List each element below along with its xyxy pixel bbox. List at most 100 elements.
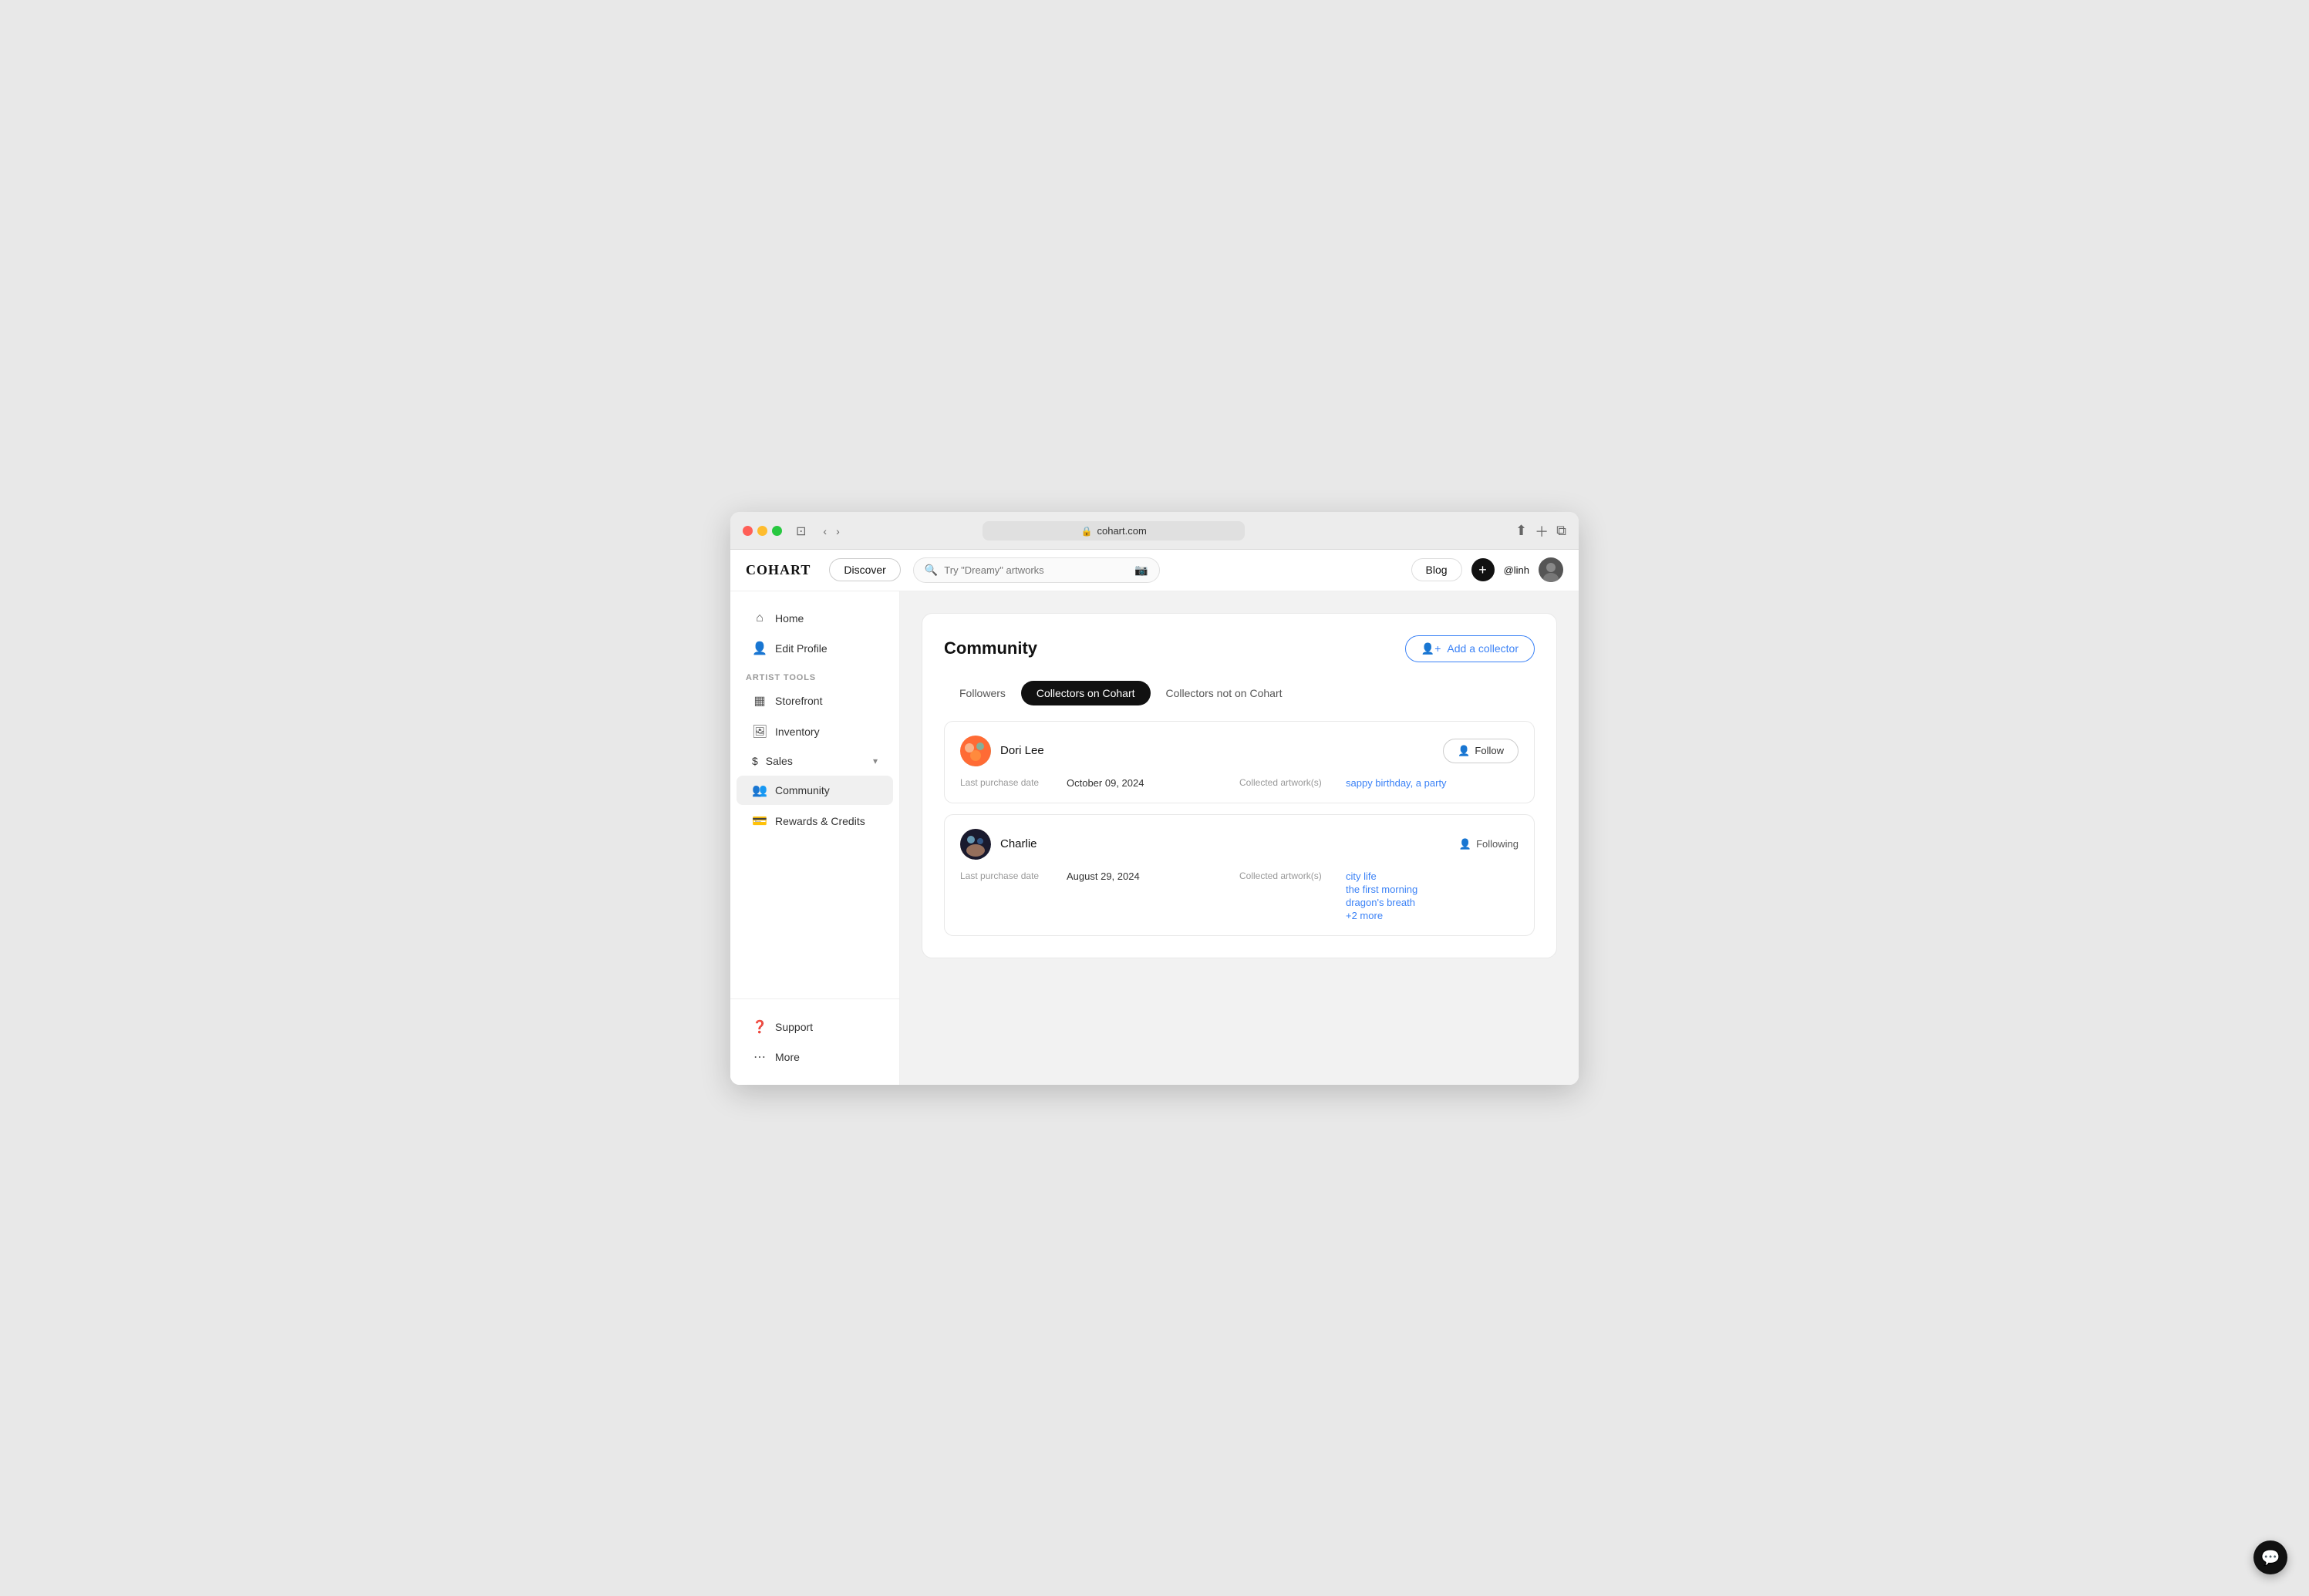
add-user-icon: 👤+ [1421, 642, 1441, 655]
sidebar-item-inventory[interactable]: 🖼 Inventory [737, 717, 893, 746]
artwork-links-dori: sappy birthday, a party [1346, 777, 1447, 789]
browser-actions: ⬆ ＋ ⧉ [1515, 521, 1566, 541]
discover-button[interactable]: Discover [829, 558, 900, 581]
sidebar-item-home[interactable]: ⌂ Home [737, 604, 893, 632]
url-text: cohart.com [1097, 525, 1146, 537]
content-header: Community 👤+ Add a collector [944, 635, 1535, 662]
tab-followers[interactable]: Followers [944, 681, 1021, 705]
username-link[interactable]: @linh [1504, 564, 1529, 576]
sidebar-inventory-label: Inventory [775, 726, 820, 738]
sidebar-community-label: Community [775, 784, 830, 796]
sidebar-bottom: ❓ Support ⋯ More [730, 998, 899, 1072]
tabs: Followers Collectors on Cohart Collector… [944, 681, 1535, 705]
purchase-date-charlie: August 29, 2024 [1067, 870, 1140, 882]
artwork-link-city-life[interactable]: city life [1346, 870, 1417, 882]
tab-collectors-not-on-cohart[interactable]: Collectors not on Cohart [1151, 681, 1298, 705]
sidebar-sales-label: Sales [766, 755, 865, 767]
tabs-icon[interactable]: ⧉ [1556, 523, 1566, 539]
maximize-button[interactable] [772, 526, 782, 536]
artwork-link-first-morning[interactable]: the first morning [1346, 884, 1417, 895]
close-button[interactable] [743, 526, 753, 536]
table-row: Dori Lee 👤 Follow Last purchase date Oct… [944, 721, 1535, 803]
sidebar-item-storefront[interactable]: ▦ Storefront [737, 686, 893, 716]
sidebar-item-sales[interactable]: $ Sales ▾ [737, 748, 893, 774]
collector-list: Dori Lee 👤 Follow Last purchase date Oct… [944, 721, 1535, 936]
collector-name-charlie: Charlie [1000, 837, 1450, 850]
blog-button[interactable]: Blog [1411, 558, 1462, 581]
create-button[interactable]: + [1471, 558, 1495, 581]
top-nav: COHART Discover 🔍 📷 Blog + @linh [730, 550, 1579, 591]
avatar-charlie [960, 829, 991, 860]
content-area: Community 👤+ Add a collector Followers C… [900, 591, 1579, 1085]
address-bar[interactable]: 🔒 cohart.com [983, 521, 1245, 540]
collected-label-charlie: Collected artwork(s) [1239, 870, 1340, 881]
purchase-info-charlie: Last purchase date August 29, 2024 [960, 870, 1239, 882]
artwork-links-charlie: city life the first morning dragon's bre… [1346, 870, 1417, 921]
artwork-link-more[interactable]: +2 more [1346, 910, 1417, 921]
sidebar-item-edit-profile[interactable]: 👤 Edit Profile [737, 634, 893, 663]
sidebar-toggle-button[interactable]: ⊡ [791, 522, 811, 540]
search-icon: 🔍 [925, 564, 938, 577]
share-icon[interactable]: ⬆ [1515, 523, 1527, 539]
minimize-button[interactable] [757, 526, 767, 536]
inventory-icon: 🖼 [752, 724, 767, 739]
artworks-info-charlie: Collected artwork(s) city life the first… [1239, 870, 1519, 921]
artist-tools-label: ARTIST TOOLS [730, 664, 899, 685]
sidebar-support-label: Support [775, 1021, 813, 1033]
sales-icon: $ [752, 755, 758, 767]
more-icon: ⋯ [752, 1049, 767, 1065]
purchase-info-dori: Last purchase date October 09, 2024 [960, 777, 1239, 789]
sidebar-item-more[interactable]: ⋯ More [737, 1042, 893, 1072]
follow-icon: 👤 [1458, 745, 1470, 757]
new-tab-icon[interactable]: ＋ [1535, 521, 1549, 541]
avatar[interactable] [1539, 557, 1563, 582]
rewards-icon: 💳 [752, 813, 767, 829]
search-bar: 🔍 📷 [913, 557, 1160, 583]
purchase-date-dori: October 09, 2024 [1067, 777, 1144, 789]
back-button[interactable]: ‹ [820, 524, 830, 539]
sidebar-item-community[interactable]: 👥 Community [737, 776, 893, 805]
add-collector-label: Add a collector [1447, 642, 1519, 655]
traffic-lights [743, 526, 782, 536]
chevron-down-icon: ▾ [873, 756, 878, 766]
collector-details-charlie: Last purchase date August 29, 2024 Colle… [960, 870, 1519, 921]
sidebar-rewards-label: Rewards & Credits [775, 815, 865, 827]
following-button-charlie[interactable]: 👤 Following [1459, 838, 1519, 850]
home-icon: ⌂ [752, 611, 767, 625]
main-area: ⌂ Home 👤 Edit Profile ARTIST TOOLS ▦ Sto… [730, 591, 1579, 1085]
collector-details-dori: Last purchase date October 09, 2024 Coll… [960, 777, 1519, 789]
collector-top-charlie: Charlie 👤 Following [960, 829, 1519, 860]
nav-arrows: ‹ › [820, 524, 842, 539]
chat-bubble-button[interactable]: 💬 [2253, 1540, 2287, 1574]
plus-icon: + [1478, 562, 1487, 578]
search-input[interactable] [944, 564, 1128, 576]
sidebar: ⌂ Home 👤 Edit Profile ARTIST TOOLS ▦ Sto… [730, 591, 900, 1085]
artwork-link-0[interactable]: sappy birthday, a party [1346, 777, 1447, 789]
sidebar-item-support[interactable]: ❓ Support [737, 1012, 893, 1042]
follow-button-dori[interactable]: 👤 Follow [1443, 739, 1519, 763]
nav-right: Blog + @linh [1411, 557, 1563, 582]
collector-top-dori: Dori Lee 👤 Follow [960, 736, 1519, 766]
avatar-dori [960, 736, 991, 766]
purchase-label-charlie: Last purchase date [960, 870, 1060, 881]
storefront-icon: ▦ [752, 693, 767, 709]
following-icon: 👤 [1459, 838, 1471, 850]
lock-icon: 🔒 [1081, 526, 1093, 537]
app-logo[interactable]: COHART [746, 562, 811, 578]
sidebar-storefront-label: Storefront [775, 695, 822, 707]
sidebar-home-label: Home [775, 612, 804, 625]
chat-icon: 💬 [2261, 1548, 2280, 1567]
add-collector-button[interactable]: 👤+ Add a collector [1405, 635, 1535, 662]
page-title: Community [944, 638, 1037, 658]
forward-button[interactable]: › [833, 524, 843, 539]
table-row: Charlie 👤 Following Last purchase date A… [944, 814, 1535, 936]
artwork-link-dragons-breath[interactable]: dragon's breath [1346, 897, 1417, 908]
camera-icon[interactable]: 📷 [1134, 564, 1148, 577]
edit-profile-icon: 👤 [752, 641, 767, 656]
support-icon: ❓ [752, 1019, 767, 1035]
tab-collectors-on-cohart[interactable]: Collectors on Cohart [1021, 681, 1151, 705]
sidebar-edit-profile-label: Edit Profile [775, 642, 828, 655]
collected-label-dori: Collected artwork(s) [1239, 777, 1340, 788]
content-card: Community 👤+ Add a collector Followers C… [922, 613, 1557, 958]
sidebar-item-rewards[interactable]: 💳 Rewards & Credits [737, 806, 893, 836]
